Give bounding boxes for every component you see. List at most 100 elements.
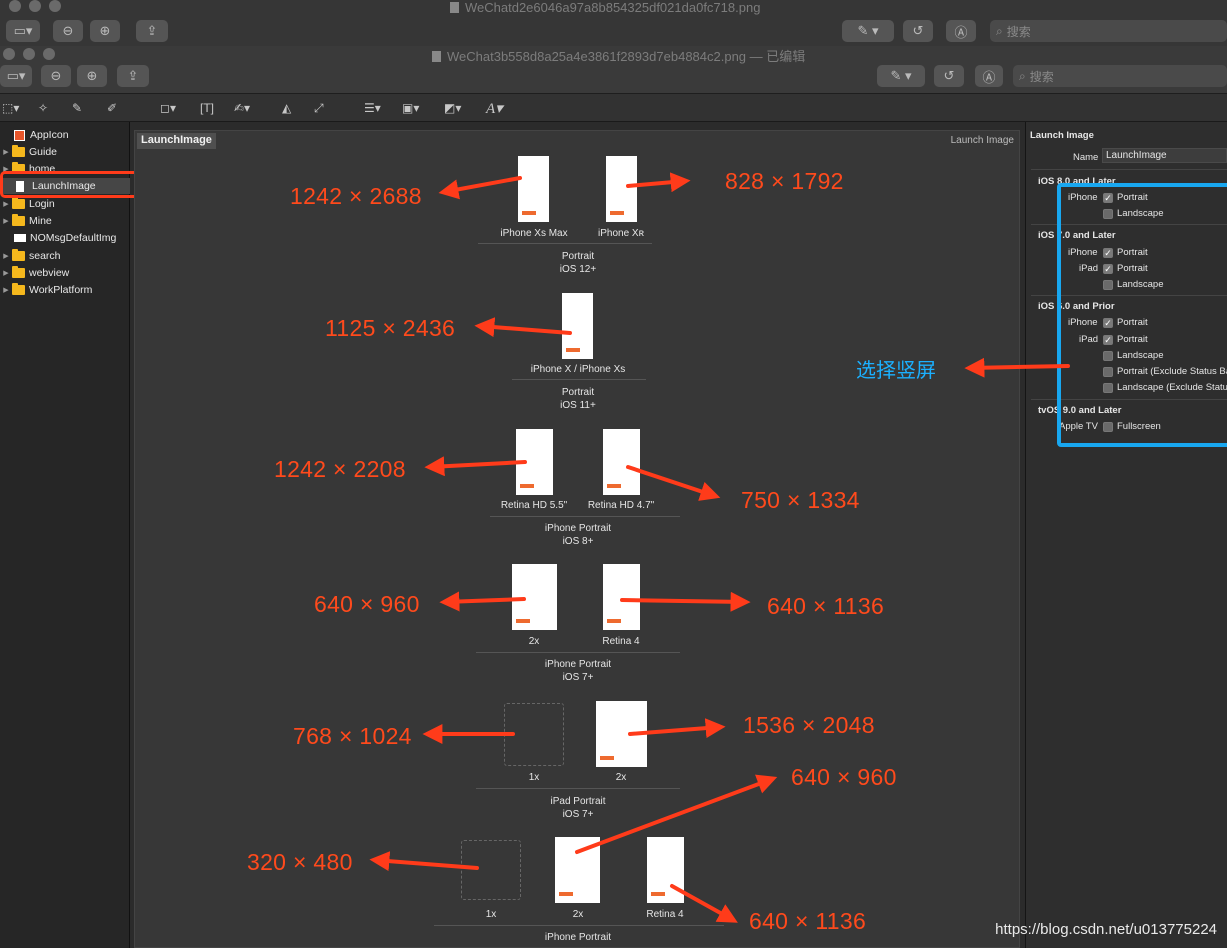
sidebar-item-login[interactable]: ▶ Login [0, 196, 130, 212]
dimension-label: 640 × 960 [314, 591, 420, 617]
search-field[interactable]: ⌕ 搜索 [1013, 65, 1227, 87]
rotate-button[interactable]: ↺ [934, 65, 964, 87]
share-button[interactable]: ⇪ [117, 65, 149, 87]
zoom-out-button[interactable]: ⊖ [53, 20, 83, 42]
text-icon[interactable]: [T] [200, 99, 214, 117]
sidebar-item-label: webview [29, 267, 70, 279]
sidebar-item-nomsgdefaultimg[interactable]: NOMsgDefaultImg [0, 230, 130, 246]
sidebar-item-guide[interactable]: ▶ Guide [0, 144, 130, 160]
adjust-size-icon[interactable]: ⤢ [314, 99, 324, 117]
dimension-label: 640 × 1136 [749, 908, 867, 934]
sidebar-item-label: Guide [29, 146, 58, 158]
slot-retina-hd-55[interactable] [516, 429, 553, 495]
zoom-in-button[interactable]: ⊕ [77, 65, 107, 87]
text-style-icon[interactable]: A▾ [486, 99, 503, 117]
zoom-in-button[interactable]: ⊕ [90, 20, 120, 42]
disclosure-triangle-icon[interactable]: ▶ [0, 286, 12, 294]
sidebar-item-label: NOMsgDefaultImg [30, 232, 117, 244]
sign-icon[interactable]: ✍▾ [234, 99, 250, 117]
slot-label: 2x [615, 772, 627, 783]
dimension-label: 1242 × 2208 [274, 456, 406, 482]
fill-color-icon[interactable]: ◩▾ [444, 99, 461, 117]
dimension-label: 640 × 1136 [767, 593, 885, 619]
draw-icon[interactable]: ✐ [107, 99, 117, 117]
annotate-button[interactable]: Ⓐ [975, 65, 1003, 87]
markup-button[interactable]: ✎ ▾ [877, 65, 925, 87]
zoom-out-button[interactable]: ⊖ [41, 65, 71, 87]
group-divider [512, 379, 646, 380]
name-label: Name [1073, 152, 1099, 163]
sketch-icon[interactable]: ✎ [72, 99, 82, 117]
canvas-title-tab: LaunchImage [137, 133, 216, 149]
divider [1031, 169, 1227, 170]
sidebar-toggle-button[interactable]: ▭▾ [0, 65, 32, 87]
group-divider [476, 788, 680, 789]
sidebar-item-workplatform[interactable]: ▶ WorkPlatform [0, 282, 130, 298]
sidebar-item-appicon[interactable]: AppIcon [0, 127, 130, 143]
sidebar-toggle-button[interactable]: ▭▾ [6, 20, 40, 42]
slot-retina-hd-47[interactable] [603, 429, 640, 495]
disclosure-triangle-icon[interactable]: ▶ [0, 252, 12, 260]
folder-icon [12, 249, 25, 261]
slot-xs-max[interactable] [518, 156, 549, 222]
dimension-label: 1125 × 2436 [325, 315, 456, 341]
sidebar-item-mine[interactable]: ▶ Mine [0, 213, 130, 229]
slot-old-1x[interactable] [461, 840, 521, 900]
disclosure-triangle-icon[interactable]: ▶ [0, 217, 12, 225]
sidebar-item-search[interactable]: ▶ search [0, 248, 130, 264]
group-caption: Portrait iOS 11+ [560, 387, 596, 411]
sidebar-item-label: WorkPlatform [29, 284, 93, 296]
dimension-label: 1242 × 2688 [290, 183, 422, 209]
folder-icon [12, 214, 25, 226]
window-controls[interactable] [9, 0, 61, 12]
slot-label: Retina 4 [602, 636, 640, 647]
name-field[interactable]: LaunchImage [1102, 148, 1227, 163]
window-title: WeChatd2e6046a97a8b854325df021da0fc718.p… [450, 0, 760, 15]
annotate-button[interactable]: Ⓐ [946, 20, 976, 42]
sidebar-item-label: Mine [29, 215, 52, 227]
instant-alpha-icon[interactable]: ✧ [38, 99, 48, 117]
search-icon: ⌕ [1019, 68, 1026, 83]
dimension-label: 750 × 1334 [741, 487, 860, 513]
group-divider [490, 516, 680, 517]
document-icon [432, 51, 441, 62]
app-icon-set-icon [14, 129, 25, 141]
search-icon: ⌕ [996, 23, 1003, 38]
slot-label: iPhone Xʀ [597, 228, 645, 239]
share-button[interactable]: ⇪ [136, 20, 168, 42]
slot-old-2x[interactable] [555, 837, 600, 903]
disclosure-triangle-icon[interactable]: ▶ [0, 269, 12, 277]
dimension-label: 320 × 480 [247, 849, 353, 875]
group-divider [476, 652, 680, 653]
shapes-icon[interactable]: ◻▾ [160, 99, 176, 117]
markup-button[interactable]: ✎ ▾ [842, 20, 894, 42]
group-caption: iPhone Portrait iOS 7+ [544, 659, 612, 683]
sidebar-item-webview[interactable]: ▶ webview [0, 265, 130, 281]
shape-style-icon[interactable]: ☰▾ [364, 99, 381, 117]
slot-x-xs[interactable] [562, 293, 593, 359]
border-color-icon[interactable]: ▣▾ [402, 99, 419, 117]
adjust-color-icon[interactable]: ◭ [282, 99, 291, 117]
slot-ios7-2x[interactable] [512, 564, 557, 630]
slot-label: 2x [572, 909, 584, 920]
dimension-label: 640 × 960 [791, 764, 897, 790]
disclosure-triangle-icon[interactable]: ▶ [0, 148, 12, 156]
slot-xr[interactable] [606, 156, 637, 222]
slot-ios7-retina4[interactable] [603, 564, 640, 630]
slot-label: 1x [528, 772, 540, 783]
folder-icon [12, 197, 25, 209]
window-controls[interactable] [3, 48, 55, 60]
folder-icon [12, 283, 25, 295]
group-caption: Portrait iOS 12+ [559, 251, 597, 275]
select-portrait-note: 选择竖屏 [856, 360, 936, 382]
selection-tool-icon[interactable]: ⬚▾ [2, 99, 19, 117]
sidebar-item-label: search [29, 250, 61, 262]
markup-toolbar: ⬚▾ ✧ ✎ ✐ ◻▾ [T] ✍▾ ◭ ⤢ ☰▾ ▣▾ ◩▾ A▾ [0, 94, 1227, 122]
rotate-button[interactable]: ↺ [903, 20, 933, 42]
slot-label: Retina 4 [646, 909, 684, 920]
search-field[interactable]: ⌕ 搜索 [990, 20, 1227, 42]
slot-old-retina4[interactable] [647, 837, 684, 903]
disclosure-triangle-icon[interactable]: ▶ [0, 200, 12, 208]
slot-ipad-1x[interactable] [504, 703, 564, 766]
slot-ipad-2x[interactable] [596, 701, 647, 767]
